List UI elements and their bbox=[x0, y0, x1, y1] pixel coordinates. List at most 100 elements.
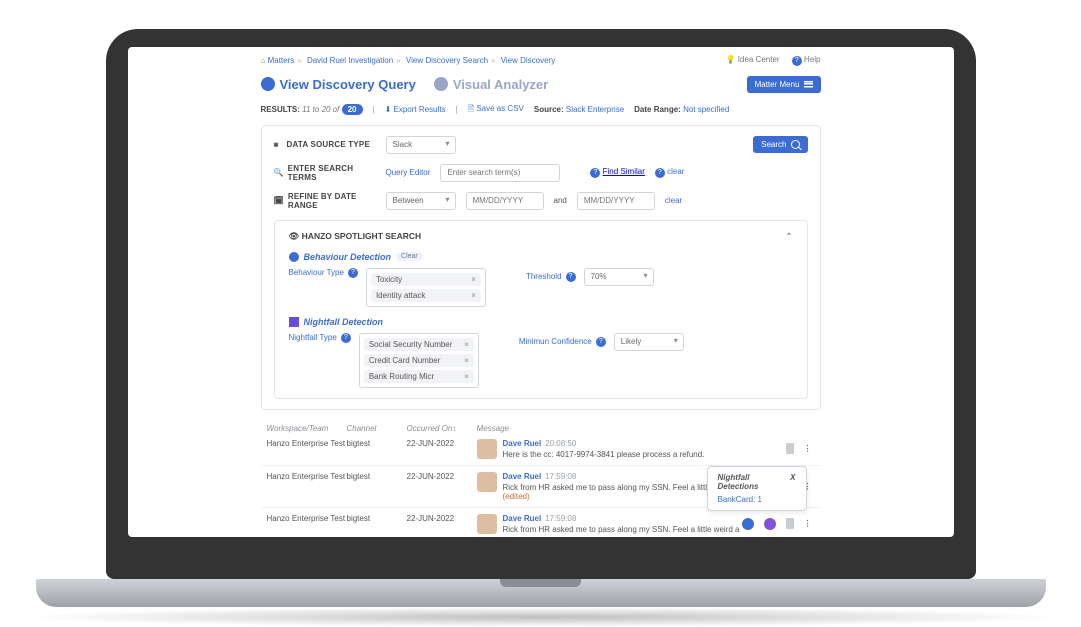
table-row[interactable]: Hanzo Enterprise Testbigtest22-JUN-2022 D… bbox=[261, 508, 821, 538]
threshold-select[interactable]: 70% bbox=[584, 268, 654, 286]
remove-chip-icon[interactable]: × bbox=[471, 291, 476, 300]
popup-close[interactable]: X bbox=[790, 473, 795, 491]
msg-time: 17:59:08 bbox=[545, 472, 576, 481]
date-from-input[interactable] bbox=[466, 192, 544, 210]
avatar bbox=[477, 439, 497, 459]
remove-chip-icon[interactable]: × bbox=[464, 340, 469, 349]
behaviour-clear[interactable]: Clear bbox=[396, 252, 423, 261]
chip-ccn[interactable]: Credit Card Number× bbox=[364, 354, 474, 367]
behaviour-title: Behaviour Detection bbox=[304, 252, 392, 262]
col-channel[interactable]: Channel bbox=[347, 424, 407, 433]
cell-workspace: Hanzo Enterprise Test bbox=[267, 514, 347, 523]
query-editor-link[interactable]: Query Editor bbox=[386, 168, 431, 177]
popup-label: BankCard: bbox=[718, 495, 756, 504]
chip-routing[interactable]: Bank Routing Micr× bbox=[364, 370, 474, 383]
search-terms-input[interactable] bbox=[440, 164, 560, 182]
results-label: RESULTS: bbox=[261, 105, 300, 114]
cell-channel: bigtest bbox=[347, 514, 407, 523]
save-csv-link[interactable]: 🗎 Save as CSV bbox=[468, 103, 524, 117]
search-icon bbox=[791, 140, 800, 149]
daterange-label: Date Range: bbox=[634, 105, 681, 114]
threshold-label: Threshold bbox=[526, 272, 562, 281]
detection-badge-icon[interactable] bbox=[764, 518, 776, 530]
table-row[interactable]: Hanzo Enterprise Testbigtest22-JUN-2022D… bbox=[261, 466, 821, 508]
cell-workspace: Hanzo Enterprise Test bbox=[267, 472, 347, 481]
crumb-investigation[interactable]: David Ruel Investigation bbox=[307, 56, 393, 65]
find-similar-link[interactable]: Find Similar bbox=[603, 167, 645, 176]
help-icon[interactable]: ? bbox=[596, 337, 606, 347]
msg-text: Here is the cc: 4017-9974-3841 please pr… bbox=[503, 450, 786, 459]
behaviour-type-select[interactable]: Toxicity× Identity attack× bbox=[366, 268, 486, 307]
help-link[interactable]: ? Help bbox=[792, 55, 821, 64]
chip-ssn[interactable]: Social Security Number× bbox=[364, 338, 474, 351]
datasource-select[interactable]: Slack bbox=[386, 136, 456, 154]
help-icon[interactable]: ? bbox=[341, 333, 351, 343]
nightfall-type-select[interactable]: Social Security Number× Credit Card Numb… bbox=[359, 333, 479, 388]
behaviour-type-label: Behaviour Type bbox=[289, 268, 344, 277]
source-label: Source: bbox=[534, 105, 564, 114]
msg-user[interactable]: Dave Ruel bbox=[503, 472, 542, 481]
crumb-view[interactable]: View Discovery bbox=[501, 56, 556, 65]
terms-label: ENTER SEARCH TERMS bbox=[288, 164, 376, 182]
min-confidence-label: Minimun Confidence bbox=[519, 337, 592, 346]
msg-user[interactable]: Dave Ruel bbox=[503, 514, 542, 523]
info-icon[interactable] bbox=[742, 518, 754, 530]
cell-channel: bigtest bbox=[347, 439, 407, 448]
sort-icon[interactable]: ↕ bbox=[452, 424, 456, 433]
avatar bbox=[477, 472, 497, 492]
remove-chip-icon[interactable]: × bbox=[471, 275, 476, 284]
chip-toxicity[interactable]: Toxicity× bbox=[371, 273, 481, 286]
cell-date: 22-JUN-2022 bbox=[407, 472, 477, 481]
help-icon: ? bbox=[792, 56, 802, 66]
more-menu-icon[interactable]: ⋮ bbox=[804, 444, 811, 453]
export-results-link[interactable]: ⬇ Export Results bbox=[385, 105, 446, 114]
nightfall-title: Nightfall Detection bbox=[304, 317, 384, 327]
msg-text: Rick from HR asked me to pass along my S… bbox=[503, 525, 742, 534]
source-value[interactable]: Slack Enterprise bbox=[566, 105, 624, 114]
nightfall-type-label: Nightfall Type bbox=[289, 333, 337, 342]
col-occurred[interactable]: Occurred On↕ bbox=[407, 424, 477, 433]
col-workspace[interactable]: Workspace/Team bbox=[267, 424, 347, 433]
col-message[interactable]: Message bbox=[477, 424, 815, 433]
search-button[interactable]: Search bbox=[753, 136, 807, 153]
remove-chip-icon[interactable]: × bbox=[464, 356, 469, 365]
cell-workspace: Hanzo Enterprise Test bbox=[267, 439, 347, 448]
crumb-search[interactable]: View Discovery Search bbox=[406, 56, 488, 65]
nightfall-popup: Nightfall DetectionsXBankCard: 1 bbox=[707, 466, 807, 511]
daterange-mode-select[interactable]: Between bbox=[386, 192, 456, 210]
idea-center-link[interactable]: 💡 Idea Center bbox=[726, 55, 780, 64]
table-row[interactable]: Hanzo Enterprise Testbigtest22-JUN-2022 D… bbox=[261, 433, 821, 466]
confidence-select[interactable]: Likely bbox=[614, 333, 684, 351]
crumb-matters[interactable]: Matters bbox=[268, 56, 295, 65]
matter-menu-button[interactable]: Matter Menu bbox=[747, 76, 821, 93]
clear-dates-link[interactable]: clear bbox=[665, 196, 682, 205]
tab-visual-analyzer[interactable]: Visual Analyzer bbox=[434, 77, 548, 92]
date-to-input[interactable] bbox=[577, 192, 655, 210]
help-icon[interactable]: ? bbox=[348, 268, 358, 278]
msg-user[interactable]: Dave Ruel bbox=[503, 439, 542, 448]
tab-view-discovery-query[interactable]: View Discovery Query bbox=[261, 77, 416, 92]
breadcrumb: ⌂ Matters» David Ruel Investigation» Vie… bbox=[261, 56, 556, 65]
daterange-filter-label: REFINE BY DATE RANGE bbox=[288, 192, 376, 210]
cell-date: 22-JUN-2022 bbox=[407, 439, 477, 448]
chip-identity-attack[interactable]: Identity attack× bbox=[371, 289, 481, 302]
remove-chip-icon[interactable]: × bbox=[464, 372, 469, 381]
spotlight-panel: 👁 HANZO SPOTLIGHT SEARCH ⌃ Behaviour Det… bbox=[274, 220, 808, 399]
help-icon[interactable]: ? bbox=[566, 272, 576, 282]
bookmark-icon[interactable] bbox=[786, 518, 794, 529]
target-icon bbox=[261, 77, 275, 91]
menu-icon bbox=[804, 81, 813, 88]
nightfall-icon bbox=[289, 317, 299, 327]
cell-date: 22-JUN-2022 bbox=[407, 514, 477, 523]
more-menu-icon[interactable]: ⋮ bbox=[804, 519, 811, 528]
daterange-value[interactable]: Not specified bbox=[683, 105, 729, 114]
clear-terms-link[interactable]: ? clear bbox=[655, 167, 685, 178]
popup-title: Nightfall Detections bbox=[718, 473, 791, 491]
collapse-toggle[interactable]: ⌃ bbox=[785, 231, 792, 242]
results-total: 20 bbox=[342, 104, 363, 115]
info-icon: ? bbox=[590, 168, 600, 178]
msg-time: 17:59:08 bbox=[545, 514, 576, 523]
edited-label: (edited) bbox=[503, 492, 742, 501]
results-header: Workspace/Team Channel Occurred On↕ Mess… bbox=[261, 424, 821, 433]
bookmark-icon[interactable] bbox=[786, 443, 794, 454]
